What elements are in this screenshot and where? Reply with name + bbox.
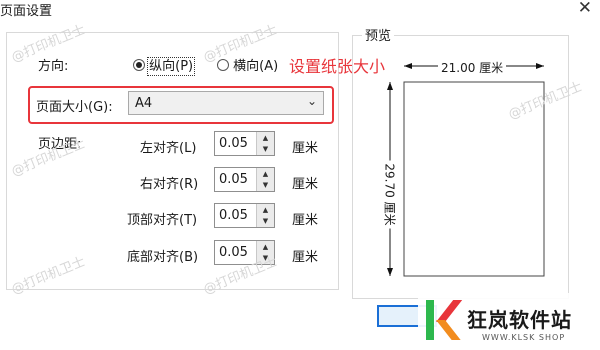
preview-height-value: 29.70 厘米 (382, 160, 397, 229)
chevron-down-icon: ⌄ (306, 94, 317, 108)
radio-selected-icon (133, 59, 145, 71)
portrait-label: 纵向(P) (147, 57, 196, 76)
margin-right-unit: 厘米 (292, 177, 319, 192)
margin-left-label: 左对齐(L) (140, 141, 197, 156)
portrait-radio[interactable]: 纵向(P) (133, 55, 196, 76)
spin-down-icon[interactable]: ▼ (257, 143, 274, 155)
spin-down-icon[interactable]: ▼ (257, 179, 274, 191)
width-arrow-right (536, 63, 544, 69)
margin-bottom-unit: 厘米 (292, 250, 319, 265)
margin-bottom-value: 0.05 (219, 245, 248, 260)
height-arrow-bottom (387, 268, 393, 276)
preview-diagram (387, 63, 545, 277)
page-size-value: A4 (135, 96, 153, 111)
margin-left-spinner[interactable]: 0.05 ▲ ▼ (214, 131, 275, 156)
landscape-label: 横向(A) (233, 59, 279, 74)
margin-right-label: 右对齐(R) (140, 177, 199, 192)
spin-down-icon[interactable]: ▼ (257, 215, 274, 227)
margin-right-spinner[interactable]: 0.05 ▲ ▼ (214, 167, 275, 192)
logo-k-icon (424, 296, 464, 344)
margin-bottom-label: 底部对齐(B) (127, 250, 199, 265)
margin-left-unit: 厘米 (292, 141, 319, 156)
close-icon[interactable]: ✕ (578, 0, 592, 18)
page-size-select[interactable]: A4 ⌄ (128, 91, 324, 115)
dialog-title: 页面设置 (0, 4, 53, 19)
page-size-label: 页面大小(G): (36, 100, 113, 115)
margin-left-value: 0.05 (219, 136, 248, 151)
margin-top-value: 0.05 (219, 208, 248, 223)
preview-height-text: 29.70 厘米 (382, 135, 399, 255)
logo-name: 狂岚软件站 (467, 308, 572, 332)
logo-url: WWW.KLSK SHOP (482, 333, 566, 342)
preview-label: 预览 (362, 25, 395, 44)
width-arrow-left (404, 63, 412, 69)
margin-top-spinner[interactable]: 0.05 ▲ ▼ (214, 203, 275, 228)
margin-top-label: 顶部对齐(T) (127, 213, 198, 228)
height-arrow-top (387, 82, 393, 90)
preview-width-text: 21.00 厘米 (438, 59, 507, 76)
margin-top-unit: 厘米 (292, 213, 319, 228)
margin-right-value: 0.05 (219, 172, 248, 187)
orientation-label: 方向: (38, 59, 69, 74)
